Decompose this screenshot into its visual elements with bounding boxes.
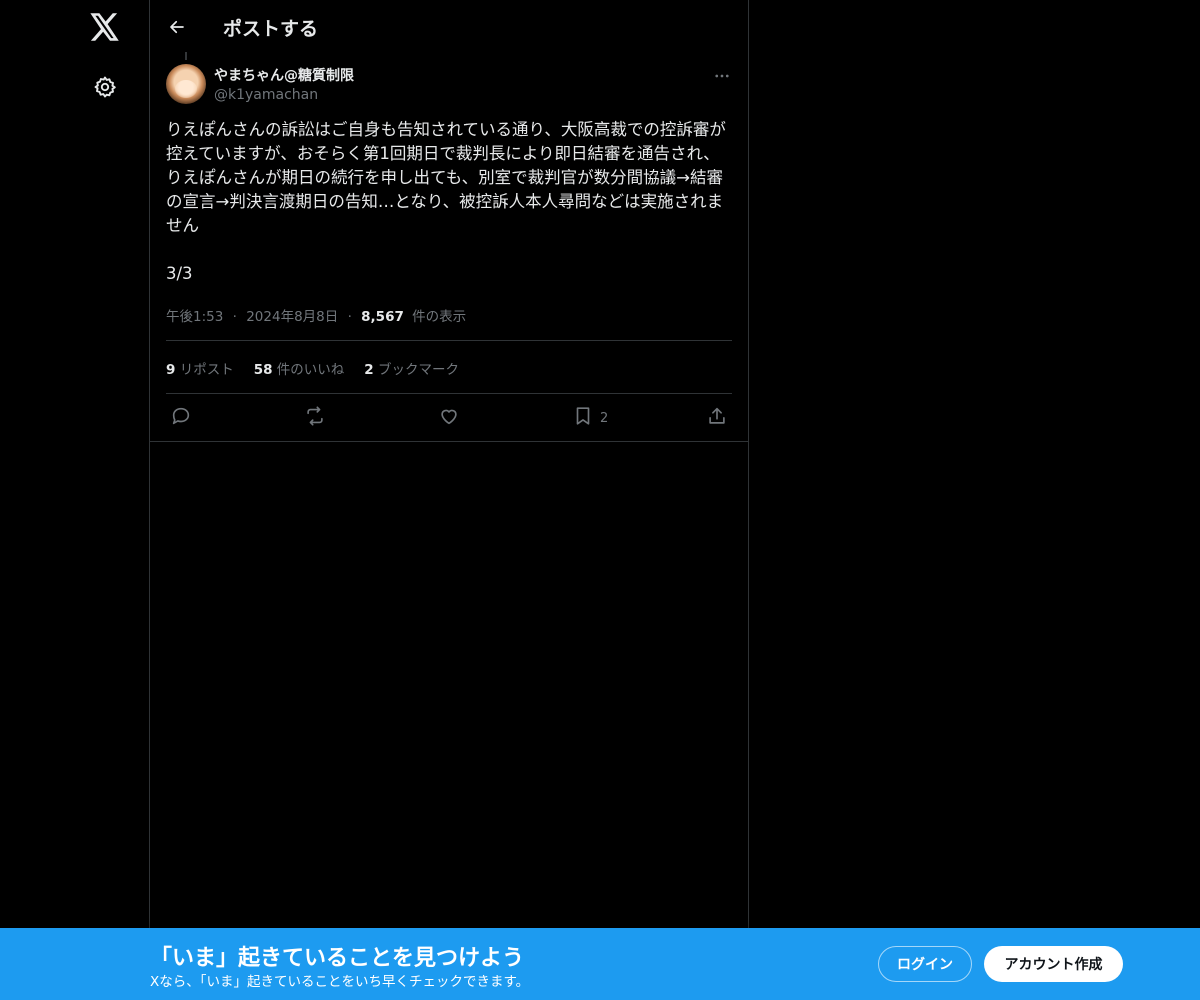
back-arrow-icon[interactable] <box>164 14 190 40</box>
signup-button[interactable]: アカウント作成 <box>984 946 1123 982</box>
share-icon <box>706 405 728 431</box>
page-header: ポストする <box>150 0 748 53</box>
reply-button[interactable] <box>170 404 192 432</box>
tweet-text: りえぽんさんの訴訟はご自身も告知されている通り、大阪高裁での控訴審が控えています… <box>166 120 726 283</box>
page-title: ポストする <box>223 18 319 40</box>
bookmark-button[interactable]: 2 <box>572 404 608 432</box>
meta-separator: · <box>347 309 352 325</box>
reply-icon <box>170 405 192 431</box>
bookmark-icon <box>572 405 594 431</box>
likes-stat[interactable]: 58 件のいいね <box>254 358 345 378</box>
repost-icon <box>304 405 326 431</box>
banner-subtitle: Xなら、「いま」起きていることをいち早くチェックできます。 <box>150 974 530 990</box>
meta-separator: · <box>232 309 237 325</box>
app-root: ポストする やまちゃん@糖質制限 @k1yamachan りえぽんさんの訴訟はご… <box>0 0 1200 1000</box>
like-icon <box>438 405 460 431</box>
divider <box>166 340 732 341</box>
avatar[interactable] <box>166 64 206 104</box>
views-count: 8,567 <box>361 309 404 325</box>
gear-icon[interactable] <box>92 74 118 100</box>
main-column: ポストする やまちゃん@糖質制限 @k1yamachan りえぽんさんの訴訟はご… <box>149 0 749 1000</box>
repost-button[interactable] <box>304 404 326 432</box>
tweet-meta: 午後1:53 · 2024年8月8日 · 8,567 件の表示 <box>166 305 466 325</box>
tweet-stats: 9 リポスト 58 件のいいね 2 ブックマーク <box>166 358 459 378</box>
thread-connector <box>185 52 187 60</box>
left-nav <box>0 0 150 1000</box>
divider <box>166 393 732 394</box>
like-button[interactable] <box>438 404 460 432</box>
views-label: 件の表示 <box>412 309 467 325</box>
more-icon[interactable] <box>712 66 732 86</box>
author-handle[interactable]: @k1yamachan <box>214 87 318 103</box>
bookmarks-stat[interactable]: 2 ブックマーク <box>364 358 459 378</box>
reposts-stat[interactable]: 9 リポスト <box>166 358 234 378</box>
bookmark-count: 2 <box>600 410 609 426</box>
divider <box>150 441 748 442</box>
tweet-actions: 2 <box>166 404 732 432</box>
tweet-date[interactable]: 2024年8月8日 <box>246 309 338 325</box>
banner-title: 「いま」起きていることを見つけよう <box>150 946 525 971</box>
login-banner: 「いま」起きていることを見つけよう Xなら、「いま」起きていることをいち早くチェ… <box>0 928 1200 1000</box>
login-button[interactable]: ログイン <box>878 946 972 982</box>
tweet-time[interactable]: 午後1:53 <box>166 309 223 325</box>
author-name[interactable]: やまちゃん@糖質制限 <box>214 65 354 85</box>
x-logo-icon[interactable] <box>89 11 121 43</box>
share-button[interactable] <box>706 404 728 432</box>
